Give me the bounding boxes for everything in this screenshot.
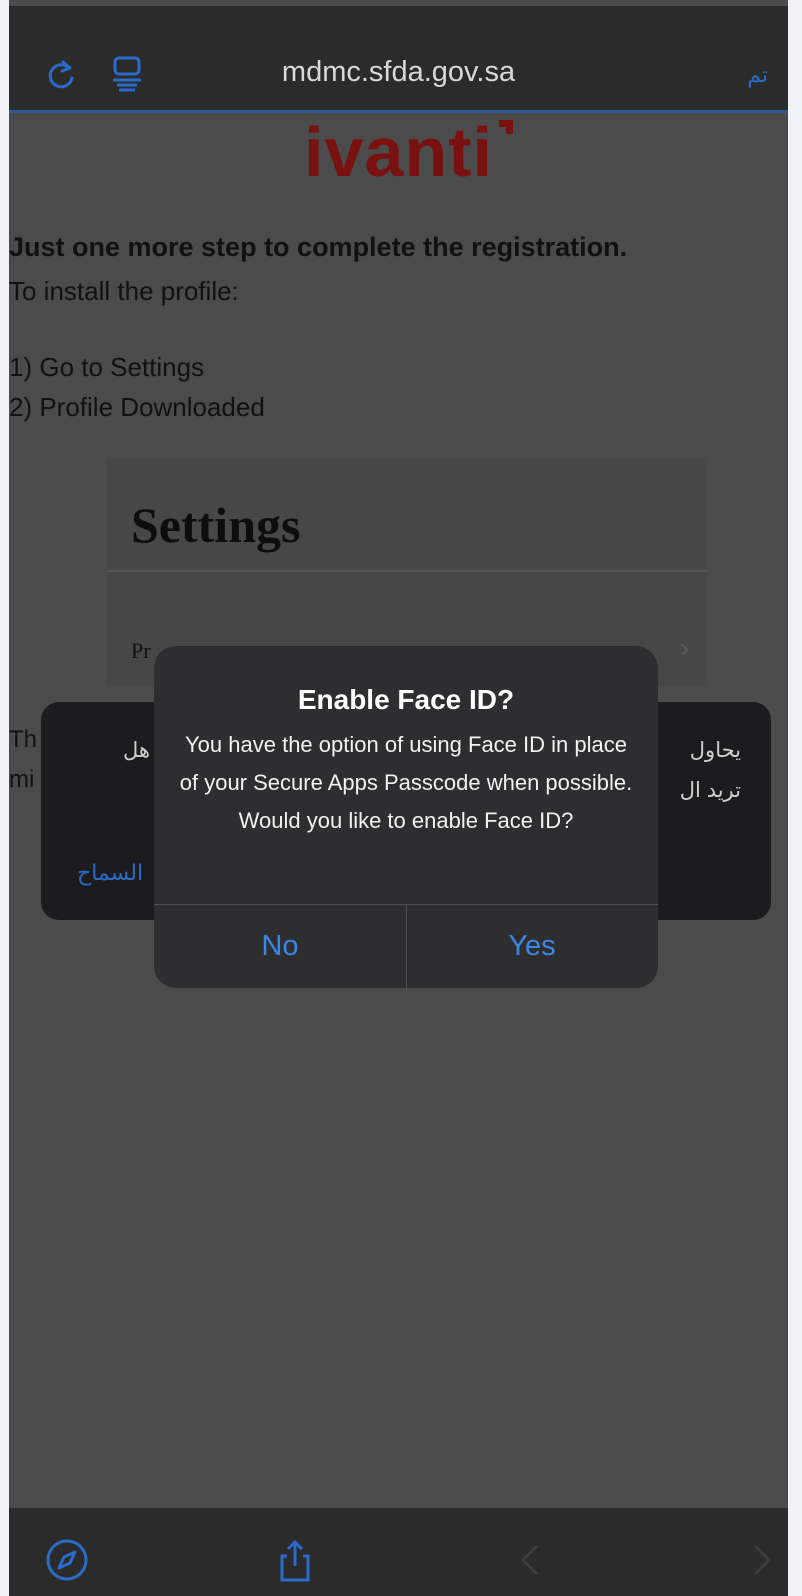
obscured-text-1: Th bbox=[9, 726, 38, 753]
alert-text-line2: تريد ال bbox=[679, 779, 741, 802]
allow-button[interactable]: السماح bbox=[77, 860, 143, 886]
settings-divider bbox=[107, 570, 707, 572]
done-button[interactable]: تم bbox=[747, 62, 768, 88]
settings-title: Settings bbox=[131, 497, 301, 553]
browser-nav-bar: mdmc.sfda.gov.sa تم bbox=[9, 6, 788, 113]
dialog-title: Enable Face ID? bbox=[297, 684, 515, 715]
share-icon[interactable] bbox=[273, 1538, 317, 1582]
chevron-right-icon: › bbox=[679, 632, 689, 663]
step-1: 1) Go to Settings bbox=[9, 352, 205, 382]
browser-toolbar bbox=[9, 1508, 788, 1596]
logo-mark bbox=[499, 120, 513, 134]
alert-text-line1: يحاول bbox=[689, 739, 741, 762]
ivanti-logo: ivanti bbox=[304, 113, 493, 191]
back-chevron-icon[interactable] bbox=[509, 1538, 553, 1582]
face-id-dialog: Enable Face ID? You have the option of u… bbox=[154, 646, 658, 988]
dialog-message: You have the option of using Face ID in … bbox=[179, 732, 633, 833]
step-2: 2) Profile Downloaded bbox=[9, 392, 265, 422]
yes-button[interactable]: Yes bbox=[406, 905, 658, 988]
profile-row-label: Pr bbox=[131, 638, 151, 663]
install-instruction: To install the profile: bbox=[9, 276, 239, 306]
forward-chevron-icon[interactable] bbox=[739, 1538, 783, 1582]
alert-text-left: هل bbox=[123, 739, 150, 762]
phone-screen: mdmc.sfda.gov.sa تم ivanti Just one more… bbox=[9, 0, 788, 1596]
compass-icon[interactable] bbox=[45, 1538, 89, 1582]
url-label[interactable]: mdmc.sfda.gov.sa bbox=[9, 56, 788, 89]
registration-heading: Just one more step to complete the regis… bbox=[9, 232, 628, 262]
no-button[interactable]: No bbox=[154, 905, 406, 988]
obscured-text-2: mi bbox=[9, 766, 35, 793]
